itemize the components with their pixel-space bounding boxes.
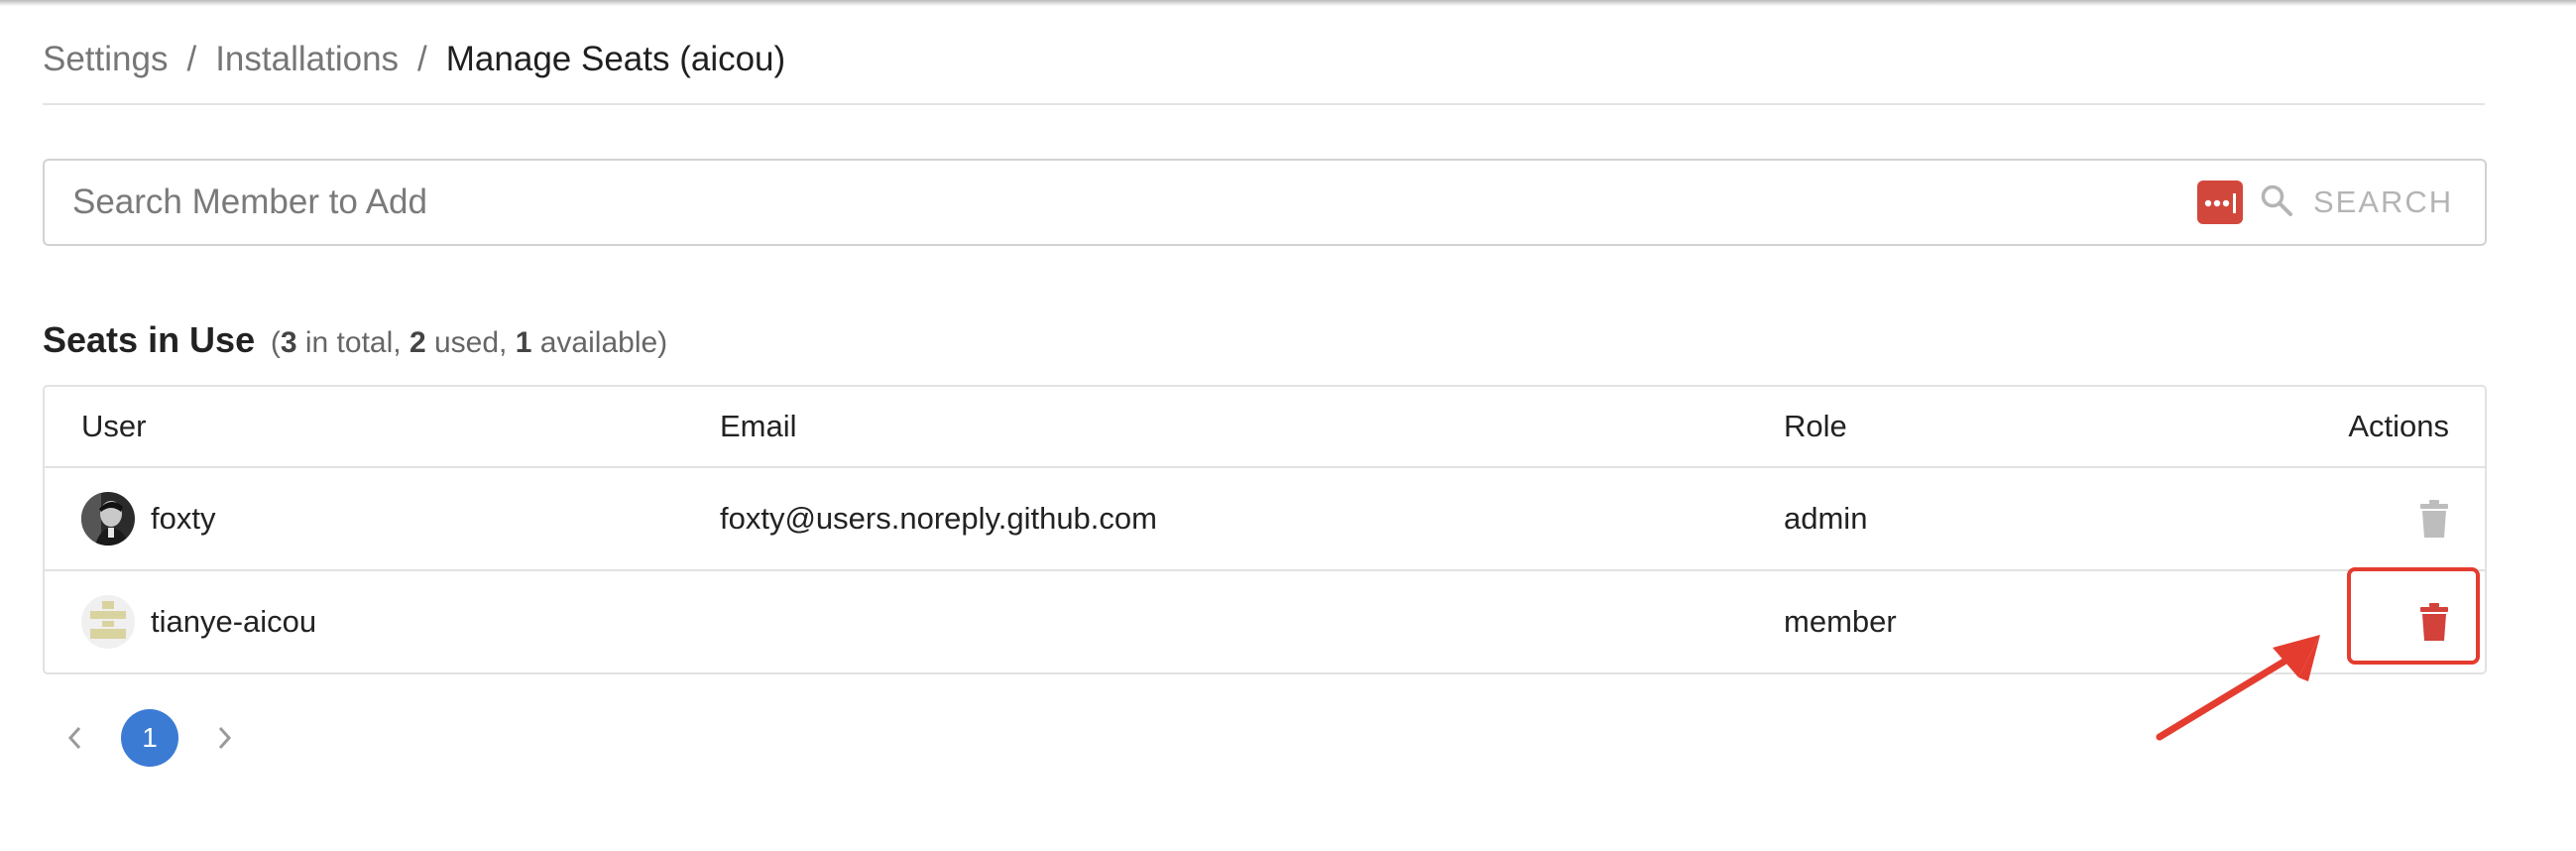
avatar [81, 595, 135, 649]
seats-used-count: 2 [409, 326, 426, 359]
seats-available-count: 1 [515, 326, 532, 359]
top-shadow [0, 0, 2576, 6]
column-header-email: Email [720, 409, 797, 443]
search-button-label: SEARCH [2313, 184, 2454, 219]
seats-summary: (3 in total, 2 used, 1 available) [270, 326, 668, 359]
user-email: foxty@users.noreply.github.com [720, 501, 1157, 536]
search-button[interactable]: SEARCH [2260, 177, 2453, 228]
chevron-right-icon[interactable] [210, 723, 240, 753]
table-row: tianye-aicou member [45, 571, 2485, 672]
header-divider [43, 103, 2485, 105]
user-name: foxty [151, 501, 216, 536]
remove-seat-button-disabled [2419, 468, 2449, 569]
column-header-role: Role [1784, 409, 1847, 443]
user-name: tianye-aicou [151, 604, 317, 639]
annotation-highlight-box [2347, 567, 2480, 665]
seats-summary-heading: Seats in Use (3 in total, 2 used, 1 avai… [43, 319, 667, 361]
user-cell: foxty [81, 468, 215, 569]
table-row: foxty foxty@users.noreply.github.com adm… [45, 468, 2485, 571]
trash-icon [2419, 499, 2449, 539]
search-icon [2260, 183, 2293, 222]
avatar [81, 492, 135, 546]
breadcrumb-current-page: Manage Seats (aicou) [445, 40, 786, 78]
breadcrumb-settings-link[interactable]: Settings [43, 40, 168, 79]
page-number-button[interactable]: 1 [121, 709, 178, 767]
column-header-user: User [81, 409, 147, 443]
pagination: 1 [59, 708, 240, 768]
user-role: member [1784, 604, 1897, 639]
seats-table: User Email Role Actions foxty foxty@user… [43, 385, 2487, 674]
breadcrumb: Settings / Installations / Manage Seats … [43, 36, 785, 83]
breadcrumb-separator: / [186, 40, 197, 78]
member-search-box: SEARCH [43, 159, 2487, 246]
user-role: admin [1784, 501, 1868, 536]
password-manager-icon[interactable] [2197, 181, 2243, 224]
column-header-actions: Actions [2348, 409, 2449, 443]
annotation-arrow-icon [2152, 620, 2350, 749]
seats-total-count: 3 [280, 326, 297, 359]
table-header-row: User Email Role Actions [45, 387, 2485, 468]
member-search-input[interactable] [72, 161, 2204, 244]
user-cell: tianye-aicou [81, 571, 316, 672]
breadcrumb-separator: / [417, 40, 427, 78]
breadcrumb-installations-link[interactable]: Installations [215, 40, 399, 79]
chevron-left-icon[interactable] [59, 723, 89, 753]
seats-title: Seats in Use [43, 319, 256, 360]
